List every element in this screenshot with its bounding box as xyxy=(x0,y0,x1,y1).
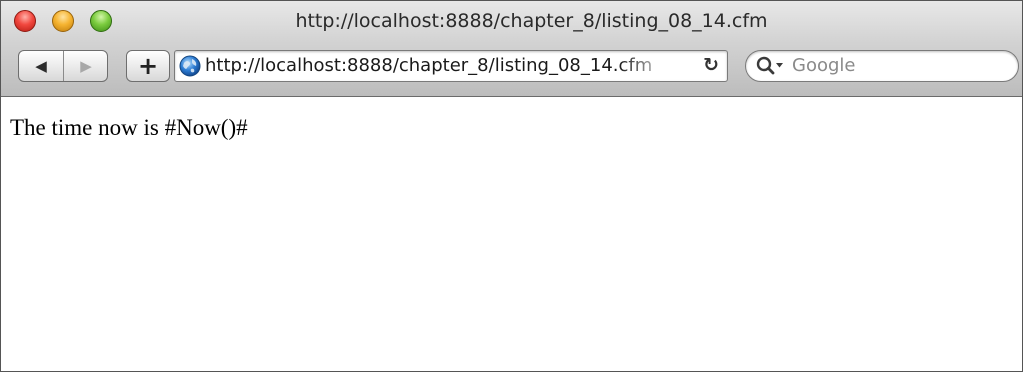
window-title: http://localhost:8888/chapter_8/listing_… xyxy=(295,10,768,32)
title-bar: http://localhost:8888/chapter_8/listing_… xyxy=(1,1,1022,43)
browser-window: http://localhost:8888/chapter_8/listing_… xyxy=(0,0,1023,372)
forward-arrow-icon: ▶ xyxy=(80,57,92,75)
search-placeholder: Google xyxy=(792,55,856,76)
navigation-buttons: ◀ ▶ xyxy=(18,50,108,82)
toolbar: ◀ ▶ + http://localhost:8888/chapter_8/li… xyxy=(1,43,1022,95)
magnifier-dropdown-icon[interactable] xyxy=(756,56,786,76)
address-bar[interactable]: http://localhost:8888/chapter_8/listing_… xyxy=(174,50,728,82)
address-url: http://localhost:8888/chapter_8/listing_… xyxy=(205,55,653,76)
back-arrow-icon: ◀ xyxy=(35,57,47,75)
plus-icon: + xyxy=(137,52,159,80)
globe-icon xyxy=(179,55,201,77)
back-button[interactable]: ◀ xyxy=(19,51,64,81)
forward-button[interactable]: ▶ xyxy=(64,51,107,81)
add-bookmark-button[interactable]: + xyxy=(126,50,170,82)
reload-icon[interactable]: ↻ xyxy=(703,54,719,76)
page-body-text: The time now is #Now()# xyxy=(10,115,248,140)
page-content: The time now is #Now()# xyxy=(1,97,1022,371)
browser-chrome: http://localhost:8888/chapter_8/listing_… xyxy=(1,1,1022,97)
search-field[interactable]: Google xyxy=(745,50,1019,82)
